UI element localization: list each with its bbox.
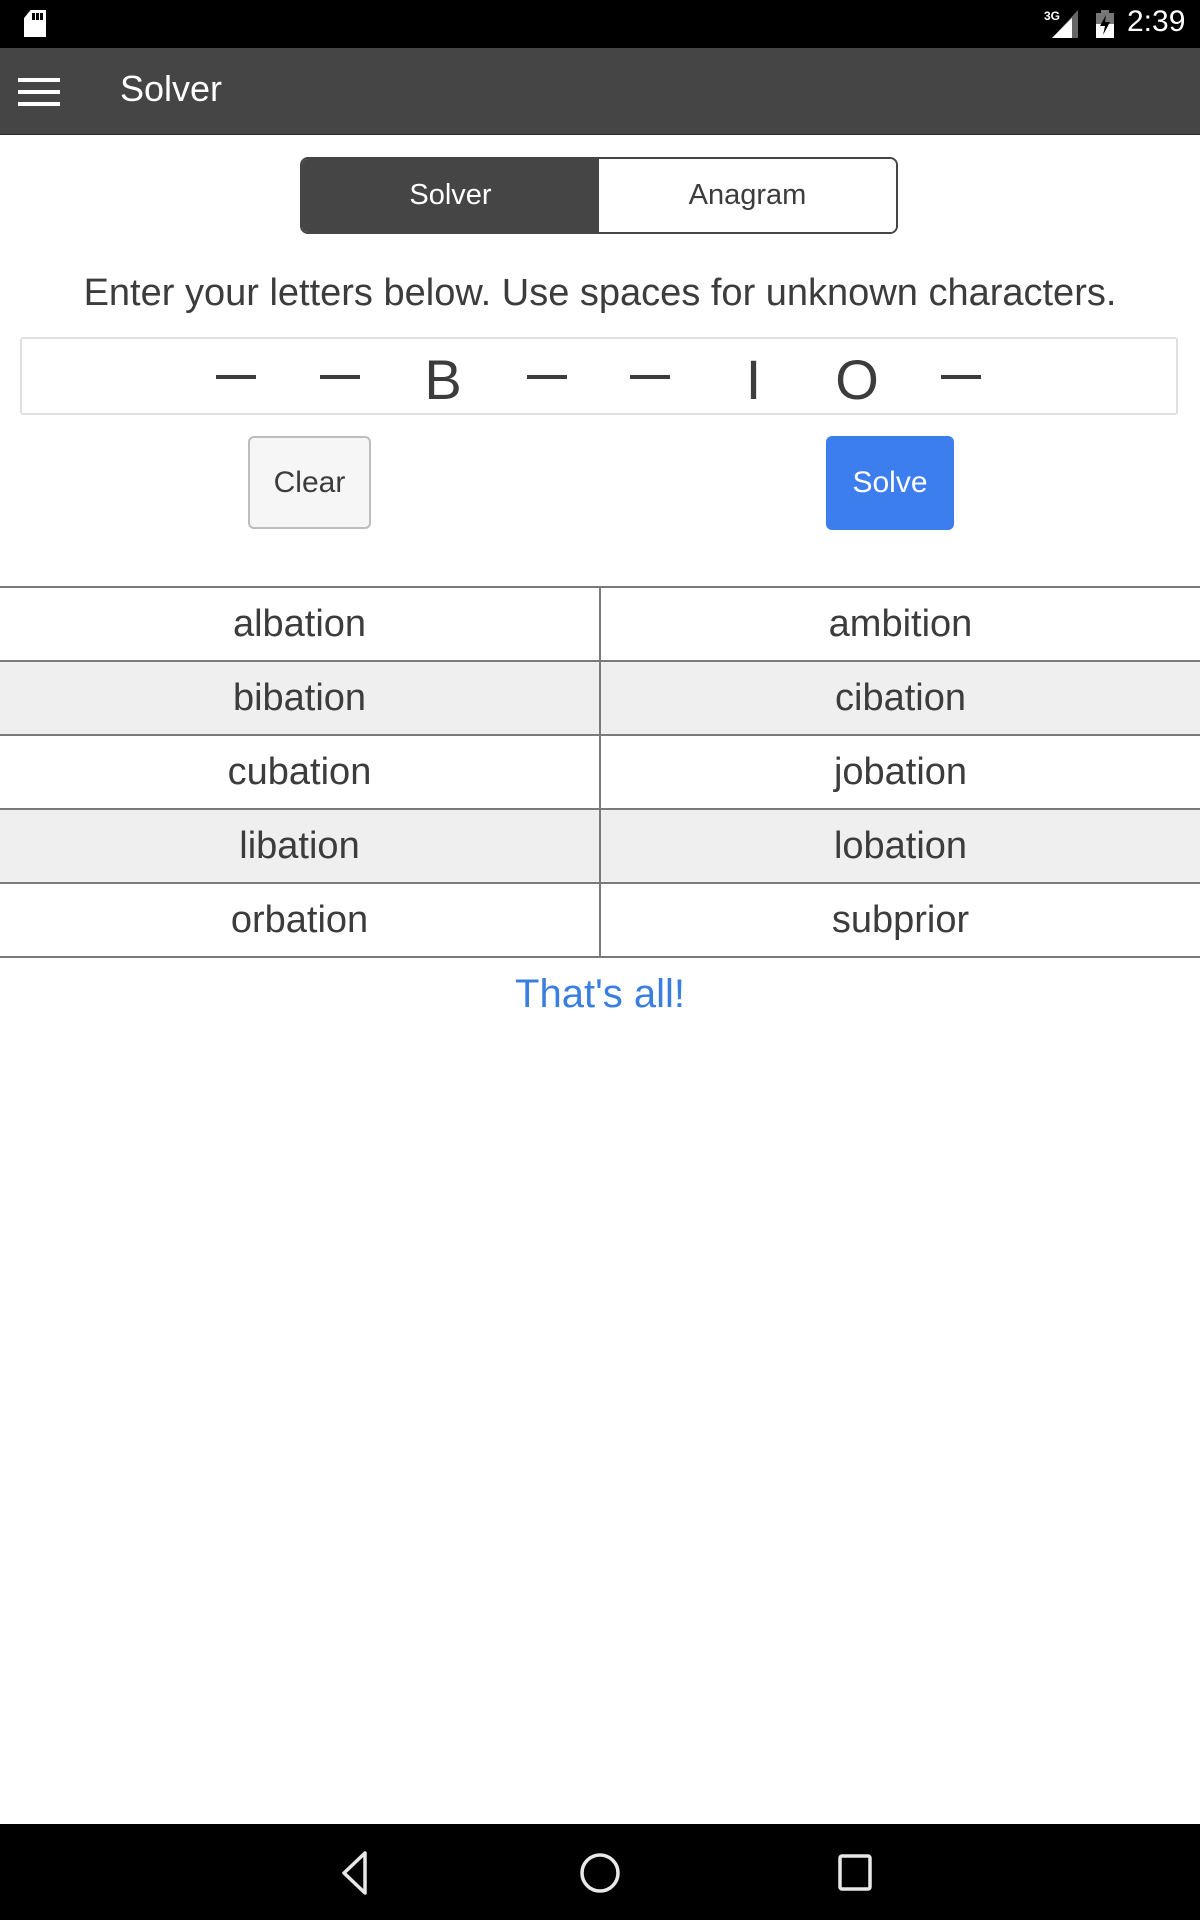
clock: 2:39 bbox=[1127, 5, 1186, 38]
instructions-text: Enter your letters below. Use spaces for… bbox=[83, 272, 1117, 314]
end-of-results-message: That's all! bbox=[515, 972, 685, 1016]
solve-button[interactable]: Solve bbox=[826, 436, 954, 530]
app-bar: Solver bbox=[0, 48, 1200, 135]
letter-slot: O bbox=[835, 348, 879, 411]
hamburger-menu-icon[interactable] bbox=[18, 78, 60, 106]
table-row: bibation cibation bbox=[0, 662, 1200, 736]
blank-letter-slot bbox=[216, 375, 256, 379]
tab-anagram[interactable]: Anagram bbox=[599, 159, 896, 232]
table-row: albation ambition bbox=[0, 588, 1200, 662]
result-word[interactable]: albation bbox=[0, 588, 601, 660]
table-row: libation lobation bbox=[0, 810, 1200, 884]
navigation-bar bbox=[0, 1824, 1200, 1920]
battery-charging-icon bbox=[1096, 10, 1114, 38]
letter-slot: B bbox=[424, 348, 462, 411]
result-word[interactable]: cibation bbox=[601, 662, 1200, 734]
result-word[interactable]: subprior bbox=[601, 884, 1200, 956]
result-word[interactable]: ambition bbox=[601, 588, 1200, 660]
results-table: albation ambition bibation cibation cuba… bbox=[0, 586, 1200, 958]
result-word[interactable]: cubation bbox=[0, 736, 601, 808]
result-word[interactable]: lobation bbox=[601, 810, 1200, 882]
result-word[interactable]: libation bbox=[0, 810, 601, 882]
table-row: orbation subprior bbox=[0, 884, 1200, 958]
recents-icon[interactable] bbox=[830, 1850, 880, 1896]
sd-card-icon bbox=[24, 10, 46, 37]
blank-letter-slot bbox=[526, 375, 567, 379]
home-icon[interactable] bbox=[575, 1850, 625, 1896]
blank-letter-slot bbox=[319, 375, 360, 379]
result-word[interactable]: jobation bbox=[601, 736, 1200, 808]
blank-letter-slot bbox=[940, 375, 981, 379]
app-title: Solver bbox=[120, 68, 223, 109]
letter-slot: I bbox=[745, 348, 762, 411]
table-row: cubation jobation bbox=[0, 736, 1200, 810]
result-word[interactable]: orbation bbox=[0, 884, 601, 956]
tab-solver[interactable]: Solver bbox=[302, 159, 599, 232]
letters-input[interactable]: BIO bbox=[20, 337, 1178, 415]
blank-letter-slot bbox=[630, 375, 670, 379]
back-icon[interactable] bbox=[330, 1850, 380, 1896]
status-bar: 3G 2:39 bbox=[0, 0, 1200, 48]
mode-tabs: Solver Anagram bbox=[300, 157, 898, 234]
signal-icon bbox=[1052, 10, 1078, 38]
clear-button[interactable]: Clear bbox=[248, 436, 371, 529]
result-word[interactable]: bibation bbox=[0, 662, 601, 734]
